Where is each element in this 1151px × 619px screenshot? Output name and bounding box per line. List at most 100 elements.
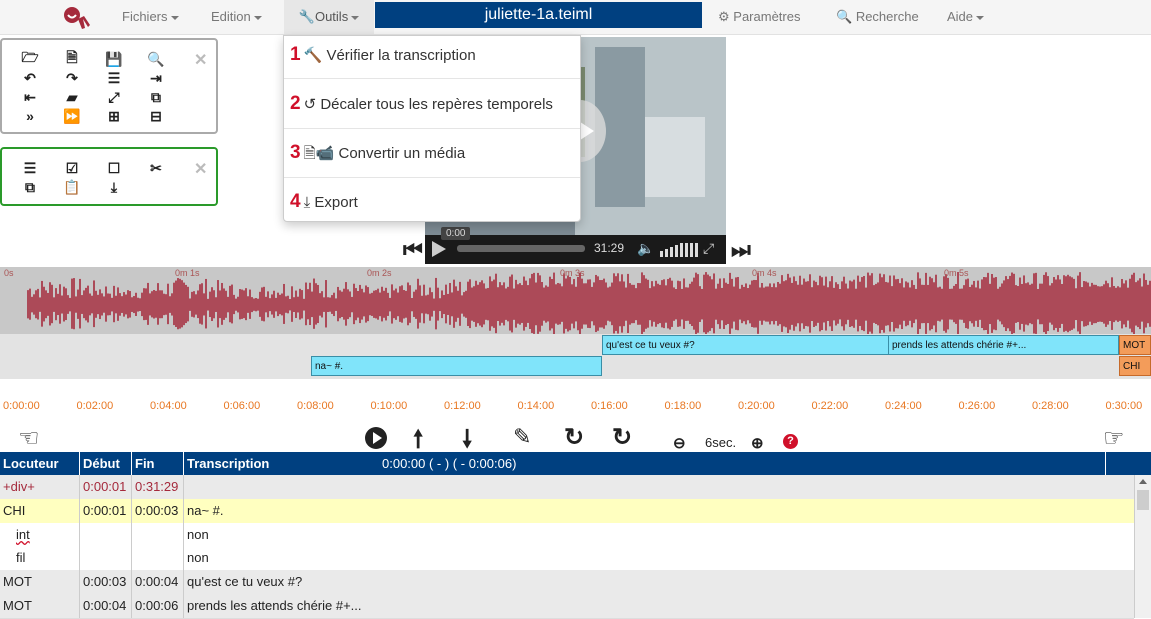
redo-icon[interactable]: ↷ <box>62 69 82 87</box>
segment-block[interactable]: prends les attends chérie #+... <box>888 335 1119 355</box>
checkbox-checked-icon[interactable]: ☑ <box>62 159 82 177</box>
ruler-label: 0:24:00 <box>885 400 922 412</box>
save-icon[interactable]: 💾 <box>104 50 124 68</box>
fast-forward-icon[interactable]: ⏩ <box>62 107 82 125</box>
table-scrollbar[interactable] <box>1134 475 1151 618</box>
menu-parametres[interactable]: ⚙ Paramètres <box>718 0 800 34</box>
cell-debut <box>80 523 132 547</box>
cell-transcription[interactable] <box>184 475 1134 499</box>
menu-parametres-label: Paramètres <box>733 9 801 24</box>
menu-item-number: 3 <box>290 142 301 163</box>
hand-point-right-icon[interactable]: ☞ <box>1103 424 1125 453</box>
skip-end-icon[interactable]: ⏭ <box>731 237 751 263</box>
menu-item-label: Vérifier la transcription <box>326 47 476 64</box>
ruler-label: 0:06:00 <box>223 400 261 412</box>
play-button[interactable] <box>365 427 387 449</box>
menu-edition[interactable]: Edition <box>211 0 262 34</box>
outils-dropdown-menu: 1 🔨 Vérifier la transcription 2 ↺ Décaler … <box>283 35 581 222</box>
undo-icon[interactable]: ↶ <box>20 69 40 87</box>
table-row[interactable]: int non <box>0 523 1134 547</box>
volume-bars[interactable] <box>660 243 698 257</box>
copy-icon[interactable]: ⧉ <box>146 88 166 106</box>
ruler-label: 0:18:00 <box>664 400 702 412</box>
plus-square-icon[interactable]: ⊞ <box>104 107 124 125</box>
menu-recherche[interactable]: 🔍 Recherche <box>836 0 919 34</box>
edit-icon[interactable]: ✎ <box>513 424 531 450</box>
wave-time-label: 0s <box>4 268 14 278</box>
cell-locuteur: MOT <box>0 594 80 618</box>
zoom-out-icon[interactable]: ⊖ <box>673 434 686 452</box>
menu-item-decaler[interactable]: 2 ↺ Décaler tous les repères temporels <box>284 85 580 134</box>
segment-block[interactable]: MOT <box>1119 335 1151 355</box>
menu-outils-label: Outils <box>314 9 349 24</box>
cell-locuteur: int <box>0 523 80 547</box>
zoom-in-icon[interactable]: ⊕ <box>751 434 764 452</box>
list-icon[interactable]: ☰ <box>20 159 40 177</box>
time-info: 0:00:00 ( - ) ( - 0:00:06) <box>382 456 517 471</box>
hand-point-left-icon[interactable]: ☜ <box>18 424 40 453</box>
minus-square-icon[interactable]: ⊟ <box>146 107 166 125</box>
list-icon[interactable]: ☰ <box>104 69 124 87</box>
search-icon[interactable]: 🔍 <box>146 50 166 68</box>
volume-icon[interactable]: 🔈 <box>637 240 654 257</box>
menu-item-convertir[interactable]: 3 🗎📹 Convertir un média <box>284 134 580 183</box>
table-row[interactable]: +div+ 0:00:01 0:31:29 <box>0 475 1134 500</box>
skip-start-icon[interactable]: ⏮ <box>403 237 423 263</box>
cell-transcription[interactable]: non <box>184 523 1134 547</box>
col-debut[interactable]: Début <box>80 452 132 475</box>
timeline-ruler[interactable]: 0:00:00 0:02:00 0:04:00 0:06:00 0:08:00 0:10:… <box>0 398 1151 416</box>
cell-fin: 0:00:06 <box>132 594 184 618</box>
cell-transcription[interactable]: non <box>184 546 1134 570</box>
menu-recherche-label: Recherche <box>855 9 919 24</box>
col-locuteur[interactable]: Locuteur <box>0 452 80 475</box>
video-progress-track[interactable] <box>457 245 585 252</box>
scroll-thumb[interactable] <box>1137 490 1149 510</box>
help-icon[interactable]: ? <box>783 434 798 449</box>
segment-block[interactable]: na~ #. <box>311 356 602 376</box>
segment-block[interactable]: qu'est ce tu veux #? <box>602 335 889 355</box>
download-icon: ⤓ <box>303 194 315 211</box>
double-chevron-right-icon[interactable]: » <box>20 107 40 125</box>
cell-fin <box>132 523 184 547</box>
ruler-label: 0:16:00 <box>591 400 628 412</box>
wave-time-label: 0m 4s <box>752 268 777 278</box>
open-folder-icon[interactable]: 🗁 <box>20 49 40 68</box>
eraser-icon[interactable]: ▰ <box>62 88 82 106</box>
audio-file-icon[interactable]: 🗎 <box>62 49 82 68</box>
compress-icon[interactable]: ⤢ <box>104 88 124 106</box>
close-icon[interactable]: ✕ <box>194 159 207 179</box>
cell-transcription[interactable]: qu'est ce tu veux #? <box>184 570 1134 594</box>
scroll-up-icon[interactable] <box>1139 479 1147 484</box>
table-row[interactable]: MOT 0:00:04 0:00:06 prends les attends c… <box>0 594 1134 619</box>
redo-icon[interactable]: ↻ <box>612 423 632 452</box>
col-fin[interactable]: Fin <box>132 452 184 475</box>
copy-icon[interactable]: ⧉ <box>20 178 40 196</box>
cell-transcription[interactable]: prends les attends chérie #+... <box>184 594 1134 618</box>
menu-fichiers[interactable]: Fichiers <box>122 0 179 34</box>
cell-transcription[interactable]: na~ #. <box>184 499 1134 523</box>
cell-fin: 0:31:29 <box>132 475 184 499</box>
menu-item-label: Export <box>314 194 358 211</box>
close-icon[interactable]: ✕ <box>194 50 207 70</box>
checkbox-empty-icon[interactable]: ☐ <box>104 159 124 177</box>
menu-outils[interactable]: 🔧Outils <box>284 0 374 34</box>
table-row[interactable]: fil non <box>0 546 1134 571</box>
fullscreen-icon[interactable]: ⤢ <box>703 240 714 257</box>
cell-fin <box>132 546 184 570</box>
outdent-icon[interactable]: ⇤ <box>20 88 40 106</box>
menu-item-export[interactable]: 4 ⤓ Export <box>284 183 580 232</box>
menu-aide[interactable]: Aide <box>947 0 985 34</box>
download-icon[interactable]: ⤓ <box>104 178 124 196</box>
ruler-label: 0:08:00 <box>297 400 334 412</box>
paste-icon[interactable]: 📋 <box>62 178 82 196</box>
col-transcription[interactable]: Transcription 0:00:00 ( - ) ( - 0:00:06) <box>184 452 1106 475</box>
segment-block[interactable]: CHI <box>1119 356 1151 376</box>
app-logo-icon[interactable] <box>62 5 90 31</box>
ruler-label: 0:00:00 <box>3 400 40 412</box>
scissors-icon[interactable]: ✂ <box>146 159 166 177</box>
refresh-icon[interactable]: ↻ <box>564 423 584 452</box>
table-row[interactable]: CHI 0:00:01 0:00:03 na~ #. <box>0 499 1134 524</box>
video-play-icon[interactable] <box>432 241 446 257</box>
indent-icon[interactable]: ⇥ <box>146 69 166 87</box>
table-row[interactable]: MOT 0:00:03 0:00:04 qu'est ce tu veux #? <box>0 570 1134 595</box>
